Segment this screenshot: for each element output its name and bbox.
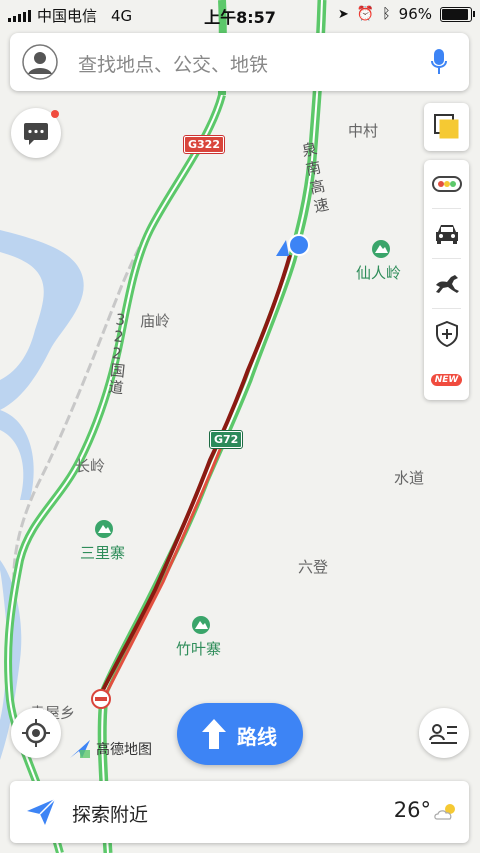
- route-button-label: 路线: [237, 725, 277, 749]
- crosshair-icon: [22, 719, 50, 747]
- traffic-light-icon: [431, 176, 462, 192]
- explore-nearby-label: 探索附近: [72, 804, 149, 826]
- route-button[interactable]: 路线: [177, 703, 303, 765]
- avatar-icon[interactable]: [22, 44, 58, 80]
- new-badge: NEW: [430, 374, 463, 386]
- place-label: 庙岭: [140, 312, 171, 330]
- temperature: 26°: [393, 798, 431, 822]
- amap-logo: 高德地图: [68, 738, 152, 760]
- poi-label[interactable]: 三里寨: [80, 542, 125, 563]
- search-bar[interactable]: 查找地点、公交、地铁: [10, 33, 469, 91]
- paper-plane-icon: [27, 798, 56, 825]
- mountain-icon: [192, 616, 210, 634]
- bluetooth-icon: ᛒ: [382, 6, 391, 22]
- person-list-icon: [429, 724, 457, 744]
- search-input[interactable]: 查找地点、公交、地铁: [78, 50, 268, 77]
- mountain-icon: [372, 240, 390, 258]
- road-shield-g72: G72: [208, 430, 244, 449]
- messages-button[interactable]: [11, 108, 61, 158]
- explore-nearby-bar[interactable]: 探索附近 26°: [10, 781, 469, 843]
- shield-plus-icon: [435, 321, 458, 347]
- place-label: 长岭: [75, 457, 106, 475]
- alarm-icon: ⏰: [356, 6, 375, 22]
- ride-button[interactable]: [424, 262, 469, 306]
- poi-label[interactable]: 仙人岭: [356, 262, 401, 283]
- taxi-button[interactable]: [424, 212, 469, 256]
- current-location-dot: [288, 234, 310, 256]
- amap-logo-text: 高德地图: [96, 742, 152, 758]
- horse-icon: [435, 275, 459, 293]
- battery-icon: [440, 6, 475, 22]
- map-tools-panel: NEW: [424, 160, 469, 400]
- place-label: 六登: [298, 558, 329, 576]
- battery-percent: 96%: [398, 5, 432, 23]
- poi-label[interactable]: 竹叶寨: [176, 638, 221, 659]
- safety-button[interactable]: [424, 312, 469, 356]
- notification-dot: [51, 110, 59, 118]
- place-label: 中村: [348, 122, 379, 140]
- status-bar: 中国电信 4G 上午8:57 ➤ ⏰ ᛒ 96%: [0, 0, 480, 28]
- partly-cloudy-icon: [434, 804, 455, 820]
- locate-me-button[interactable]: [11, 708, 61, 758]
- saved-places-button[interactable]: [419, 708, 469, 758]
- location-arrow-icon: ➤: [337, 6, 349, 22]
- road-shield-g322: G322: [183, 135, 225, 154]
- mountain-icon: [95, 520, 113, 538]
- layers-button[interactable]: [424, 103, 469, 151]
- car-icon: [435, 225, 458, 244]
- microphone-icon[interactable]: [431, 49, 447, 75]
- place-label: 水道: [394, 469, 425, 487]
- amap-logo-icon: [70, 740, 90, 758]
- route-arrow-icon: [202, 719, 226, 749]
- layers-icon: [434, 114, 459, 139]
- new-feature-button[interactable]: NEW: [424, 358, 469, 402]
- traffic-button[interactable]: [424, 162, 469, 206]
